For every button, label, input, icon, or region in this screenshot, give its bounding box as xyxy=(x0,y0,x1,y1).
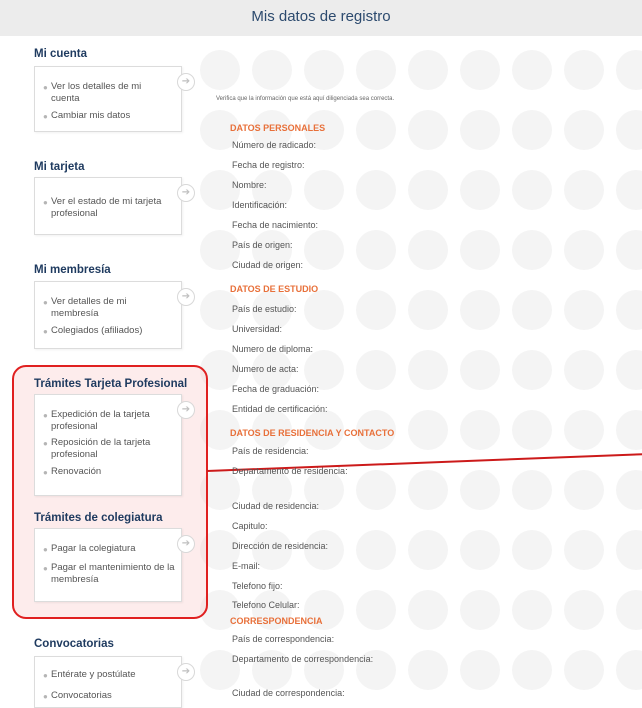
arrow-circle-icon[interactable]: ➔ xyxy=(177,184,195,202)
field-label: Telefono fijo: xyxy=(232,581,283,591)
sidebar-item-enterate[interactable]: ● Entérate y postúlate xyxy=(43,669,136,681)
bullet-icon: ● xyxy=(43,468,48,477)
bullet-icon: ● xyxy=(43,671,48,680)
sidebar-item-pagar-mantenimiento[interactable]: ● Pagar el mantenimiento de la membresía xyxy=(43,562,175,586)
sidebar-item-reposicion[interactable]: ● Reposición de la tarjeta profesional xyxy=(43,437,171,461)
sidebar: Mi cuenta ➔ ● Ver los detalles de mi cuen… xyxy=(0,36,210,708)
item-label: Colegiados (afiliados) xyxy=(51,325,143,336)
item-label: Convocatorias xyxy=(51,690,112,701)
item-label: Ver el estado de mi tarjeta profesional xyxy=(51,196,162,219)
section-title-mi-cuenta: Mi cuenta xyxy=(34,48,88,60)
arrow-circle-icon[interactable]: ➔ xyxy=(177,663,195,681)
bullet-icon: ● xyxy=(43,545,48,554)
card-mi-tarjeta: ➔ ● Ver el estado de mi tarjeta profesion… xyxy=(34,177,195,235)
bullet-icon: ● xyxy=(43,411,48,420)
sidebar-item-colegiados[interactable]: ● Colegiados (afiliados) xyxy=(43,325,143,337)
bullet-icon: ● xyxy=(43,439,48,448)
field-label: País de correspondencia: xyxy=(232,634,335,644)
heading-datos-personales: DATOS PERSONALES xyxy=(230,123,326,133)
field-label: Ciudad de residencia: xyxy=(232,501,320,511)
item-label: Entérate y postúlate xyxy=(51,669,136,680)
heading-datos-residencia: DATOS DE RESIDENCIA Y CONTACTO xyxy=(230,428,395,438)
field-label: Ciudad de origen: xyxy=(232,260,304,270)
field-label: Identificación: xyxy=(232,200,288,210)
arrow-circle-icon[interactable]: ➔ xyxy=(177,535,195,553)
bullet-icon: ● xyxy=(43,327,48,336)
field-label: Fecha de registro: xyxy=(232,160,305,170)
item-label: Ver detalles de mi membresía xyxy=(51,296,127,319)
field-label: País de origen: xyxy=(232,240,293,250)
intro-text: Verifica que la información que está aqu… xyxy=(216,96,395,102)
item-label: Ver los detalles de mi cuenta xyxy=(51,81,142,104)
section-title-tramites-colegiatura: Trámites de colegiatura xyxy=(34,512,163,524)
field-label: Departamento de residencia: xyxy=(232,466,348,476)
bullet-icon: ● xyxy=(43,112,48,121)
field-label: Universidad: xyxy=(232,324,283,334)
sidebar-item-cambiar-datos[interactable]: ● Cambiar mis datos xyxy=(43,110,131,122)
sidebar-item-renovacion[interactable]: ● Renovación xyxy=(43,466,102,478)
page-header: Mis datos de registro xyxy=(0,0,642,36)
item-label: Renovación xyxy=(51,466,102,477)
page-title: Mis datos de registro xyxy=(251,8,391,25)
bullet-icon: ● xyxy=(43,83,48,92)
card-convocatorias: ➔ ● Entérate y postúlate ● Convocatorias xyxy=(34,656,195,708)
card-mi-membresia: ➔ ● Ver detalles de mi membresía ● Colegia… xyxy=(34,281,195,349)
field-label: País de residencia: xyxy=(232,446,309,456)
field-label: Número de radicado: xyxy=(232,140,317,150)
sidebar-item-estado-tarjeta[interactable]: ● Ver el estado de mi tarjeta profesional xyxy=(43,196,171,220)
card-tramites-tarjeta: ➔ ● Expedición de la tarjeta profesional … xyxy=(34,394,195,496)
arrow-circle-icon[interactable]: ➔ xyxy=(177,401,195,419)
sidebar-item-detalles-membresia[interactable]: ● Ver detalles de mi membresía xyxy=(43,296,171,320)
bullet-icon: ● xyxy=(43,692,48,701)
field-label: Fecha de graduación: xyxy=(232,384,320,394)
card-tramites-colegiatura: ➔ ● Pagar la colegiatura ● Pagar el manten… xyxy=(34,528,195,602)
heading-datos-estudio: DATOS DE ESTUDIO xyxy=(230,284,319,294)
field-label: Numero de acta: xyxy=(232,364,299,374)
bullet-icon: ● xyxy=(43,564,48,573)
field-label: Dirección de residencia: xyxy=(232,541,329,551)
sidebar-item-pagar-colegiatura[interactable]: ● Pagar la colegiatura xyxy=(43,543,136,555)
item-label: Pagar el mantenimiento de la membresía xyxy=(51,562,175,585)
field-label: Fecha de nacimiento: xyxy=(232,220,319,230)
item-label: Reposición de la tarjeta profesional xyxy=(51,437,151,460)
item-label: Expedición de la tarjeta profesional xyxy=(51,409,150,432)
section-title-mi-tarjeta: Mi tarjeta xyxy=(34,161,85,173)
heading-correspondencia: CORRESPONDENCIA xyxy=(230,616,323,626)
field-label: E-mail: xyxy=(232,561,261,571)
sidebar-item-ver-detalles[interactable]: ● Ver los detalles de mi cuenta xyxy=(43,81,171,105)
field-label: Capitulo: xyxy=(232,521,268,531)
field-label: Entidad de certificación: xyxy=(232,404,328,414)
sidebar-item-expedicion[interactable]: ● Expedición de la tarjeta profesional xyxy=(43,409,171,433)
field-label: País de estudio: xyxy=(232,304,297,314)
field-label: Nombre: xyxy=(232,180,267,190)
bullet-icon: ● xyxy=(43,198,48,207)
field-label: Ciudad de correspondencia: xyxy=(232,688,345,698)
field-label: Numero de diploma: xyxy=(232,344,314,354)
arrow-circle-icon[interactable]: ➔ xyxy=(177,73,195,91)
card-mi-cuenta: ➔ ● Ver los detalles de mi cuenta ● Cambia… xyxy=(34,66,195,132)
bullet-icon: ● xyxy=(43,298,48,307)
sidebar-item-convocatorias[interactable]: ● Convocatorias xyxy=(43,690,112,702)
section-title-mi-membresia: Mi membresía xyxy=(34,264,111,276)
item-label: Pagar la colegiatura xyxy=(51,543,136,554)
field-label: Departamento de correspondencia: xyxy=(232,654,374,664)
section-title-convocatorias: Convocatorias xyxy=(34,638,114,650)
main-content: Verifica que la información que está aqu… xyxy=(212,36,642,698)
item-label: Cambiar mis datos xyxy=(51,110,131,121)
arrow-circle-icon[interactable]: ➔ xyxy=(177,288,195,306)
field-label: Telefono Celular: xyxy=(232,600,300,610)
section-title-tramites-tarjeta: Trámites Tarjeta Profesional xyxy=(34,378,188,390)
